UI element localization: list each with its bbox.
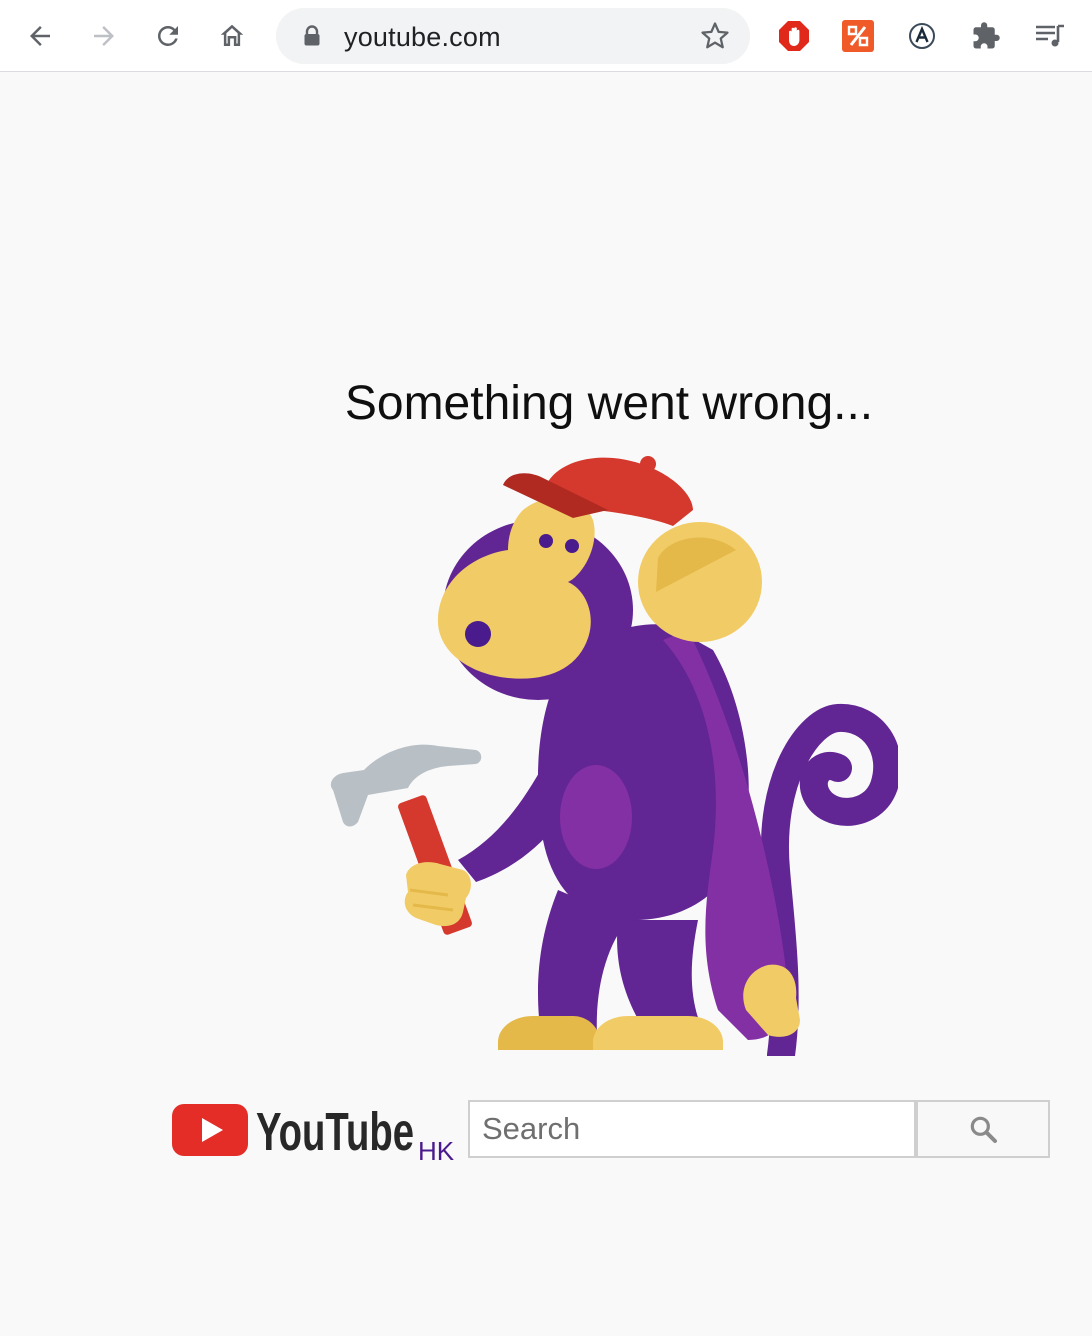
search-input[interactable] [468, 1100, 916, 1158]
adblock-extension-icon[interactable] [778, 20, 810, 52]
url-text[interactable]: youtube.com [344, 22, 501, 53]
page-content: Something went wrong... YouTube HK Searc… [0, 72, 1092, 1336]
search-button[interactable] [916, 1100, 1050, 1158]
a-circle-extension-icon[interactable] [906, 20, 938, 52]
browser-toolbar: youtube.com [0, 0, 1092, 72]
lock-icon[interactable] [302, 25, 322, 52]
magnifier-icon [970, 1116, 997, 1143]
country-code: HK [418, 1136, 455, 1166]
address-bar[interactable]: youtube.com [276, 8, 750, 64]
arrow-right-icon [94, 26, 114, 46]
percent-extension-icon[interactable] [842, 20, 874, 52]
star-icon[interactable] [700, 21, 730, 56]
media-queue-icon[interactable] [1034, 20, 1066, 52]
logo-wordmark: YouTube [256, 1102, 414, 1162]
back-button[interactable] [20, 16, 60, 56]
forward-button[interactable] [84, 16, 124, 56]
monkey-illustration [330, 456, 898, 1056]
reload-button[interactable] [148, 16, 188, 56]
arrow-left-icon [30, 26, 50, 46]
puzzle-extensions-icon[interactable] [970, 20, 1002, 52]
home-icon [220, 24, 244, 46]
reload-icon [157, 25, 178, 46]
youtube-logo[interactable]: YouTube [172, 1102, 418, 1167]
error-title: Something went wrong... [344, 377, 874, 430]
home-button[interactable] [212, 16, 252, 56]
